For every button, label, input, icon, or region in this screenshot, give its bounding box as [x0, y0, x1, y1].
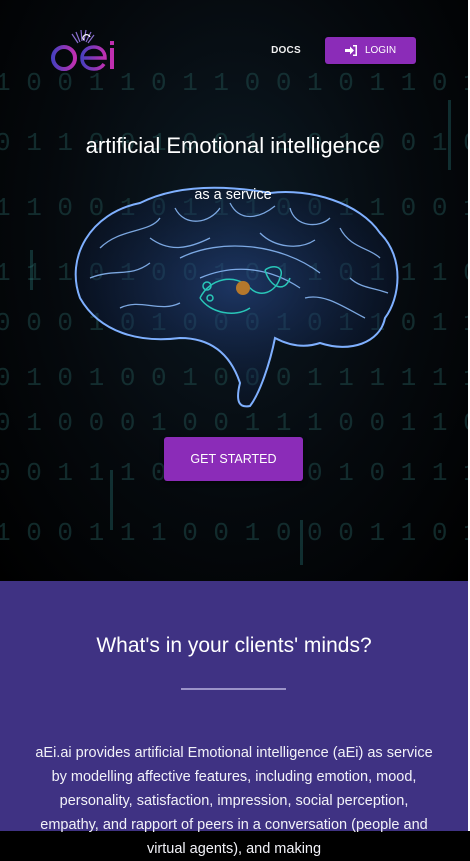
hero-subline: as a service [194, 187, 272, 203]
get-started-button[interactable]: GET STARTED [164, 437, 303, 481]
about-section: What's in your clients' minds? aEi.ai pr… [0, 581, 468, 857]
brain-illustration [74, 186, 399, 408]
aei-logo[interactable] [50, 28, 122, 74]
sign-in-icon [344, 45, 357, 56]
login-button[interactable]: LOGIN [325, 37, 416, 64]
login-label: LOGIN [364, 45, 397, 56]
docs-link[interactable]: DOCS [266, 44, 306, 58]
svg-text:1 0 0 1 1 1 0 0 1 0 0 0 1 1 0: 1 0 0 1 1 1 0 0 1 0 0 0 1 1 0 1 [0, 518, 470, 548]
hero-headline: artificial Emotional intelligence [85, 133, 381, 158]
section-heading: What's in your clients' minds? [96, 634, 372, 657]
about-paragraph: aEi.ai provides artificial Emotional int… [35, 745, 433, 857]
hero-section: 1 0 0 1 1 0 1 1 0 0 1 0 1 1 0 1 0 1 1 0 … [0, 0, 470, 581]
heading-divider [181, 688, 286, 690]
